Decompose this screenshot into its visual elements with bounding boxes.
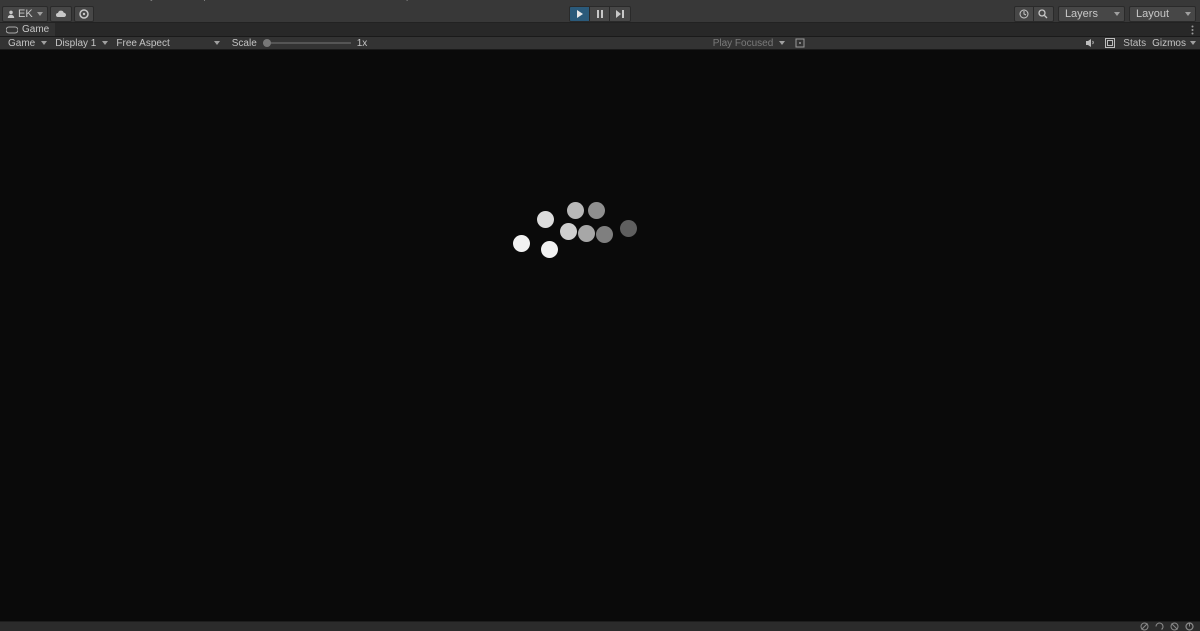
pause-button[interactable] — [590, 7, 610, 21]
display-dropdown[interactable]: Display 1 — [51, 37, 112, 49]
chevron-down-icon — [102, 41, 108, 45]
tab-label: Game — [22, 24, 49, 35]
game-view-toolbar: Game Display 1 Free Aspect Scale 1x Play… — [0, 37, 1200, 50]
gizmos-label: Gizmos — [1152, 38, 1186, 49]
particle-dot — [537, 211, 554, 228]
history-icon — [1019, 9, 1029, 19]
cloud-button[interactable] — [50, 6, 72, 22]
cloud-icon — [55, 10, 67, 18]
tab-strip: Game — [0, 23, 1200, 37]
step-icon — [616, 10, 624, 18]
stats-toggle[interactable]: Stats — [1123, 38, 1146, 49]
layers-dropdown[interactable]: Layers — [1058, 6, 1125, 22]
fullscreen-button[interactable] — [1105, 38, 1115, 48]
chevron-down-icon — [779, 41, 785, 45]
speaker-icon — [1085, 38, 1095, 48]
particle-dot — [560, 223, 577, 240]
aspect-dropdown[interactable]: Free Aspect — [112, 37, 223, 49]
search-icon — [1038, 9, 1048, 19]
account-label: EK — [18, 8, 33, 20]
tab-game[interactable]: Game — [0, 23, 55, 36]
chevron-down-icon — [1185, 12, 1191, 16]
aspect-label: Free Aspect — [116, 38, 169, 49]
chevron-down-icon — [37, 12, 43, 16]
play-controls — [569, 6, 631, 22]
scale-label: Scale — [232, 38, 257, 49]
undo-history-button[interactable] — [1014, 6, 1034, 22]
scale-control: Scale 1x — [232, 38, 368, 49]
status-bar — [0, 621, 1200, 631]
gizmos-dropdown[interactable]: Gizmos — [1152, 38, 1196, 49]
account-button[interactable]: EK — [2, 6, 48, 22]
scale-value: 1x — [357, 38, 368, 49]
layout-label: Layout — [1136, 8, 1169, 20]
particle-dot — [578, 225, 595, 242]
debug-mode-icon[interactable] — [1140, 622, 1149, 631]
kebab-icon — [1191, 25, 1194, 35]
play-mode-label: Play Focused — [713, 38, 774, 49]
view-mode-label: Game — [8, 38, 35, 49]
particle-dot — [541, 241, 558, 258]
chevron-down-icon — [1190, 41, 1196, 45]
play-button[interactable] — [570, 7, 590, 21]
cache-server-icon[interactable] — [1170, 622, 1179, 631]
layers-label: Layers — [1065, 8, 1098, 20]
gear-icon — [79, 9, 89, 19]
chevron-down-icon — [1114, 12, 1120, 16]
play-icon — [576, 10, 584, 18]
chevron-down-icon — [41, 41, 47, 45]
particle-dot — [588, 202, 605, 219]
particle-dot — [596, 226, 613, 243]
game-view[interactable] — [0, 50, 1200, 621]
fullscreen-icon — [1105, 38, 1115, 48]
pause-icon — [596, 10, 604, 18]
layout-dropdown[interactable]: Layout — [1129, 6, 1196, 22]
scale-slider[interactable] — [263, 42, 351, 44]
display-label: Display 1 — [55, 38, 96, 49]
particle-dot — [620, 220, 637, 237]
main-toolbar: EK Layers — [0, 5, 1200, 23]
slider-knob[interactable] — [263, 39, 271, 47]
frame-icon — [795, 38, 805, 48]
settings-button[interactable] — [74, 6, 94, 22]
game-tab-icon — [6, 26, 18, 34]
frame-debugger-button[interactable] — [795, 38, 805, 48]
progress-icon[interactable] — [1185, 622, 1194, 631]
auto-refresh-icon[interactable] — [1155, 622, 1164, 631]
search-button[interactable] — [1034, 6, 1054, 22]
step-button[interactable] — [610, 7, 630, 21]
play-mode-dropdown[interactable]: Play Focused — [713, 38, 786, 49]
particle-dot — [513, 235, 530, 252]
mute-audio-button[interactable] — [1085, 38, 1095, 48]
chevron-down-icon — [214, 41, 220, 45]
view-mode-dropdown[interactable]: Game — [4, 37, 51, 49]
tab-options-button[interactable] — [1191, 25, 1200, 35]
particle-dot — [567, 202, 584, 219]
